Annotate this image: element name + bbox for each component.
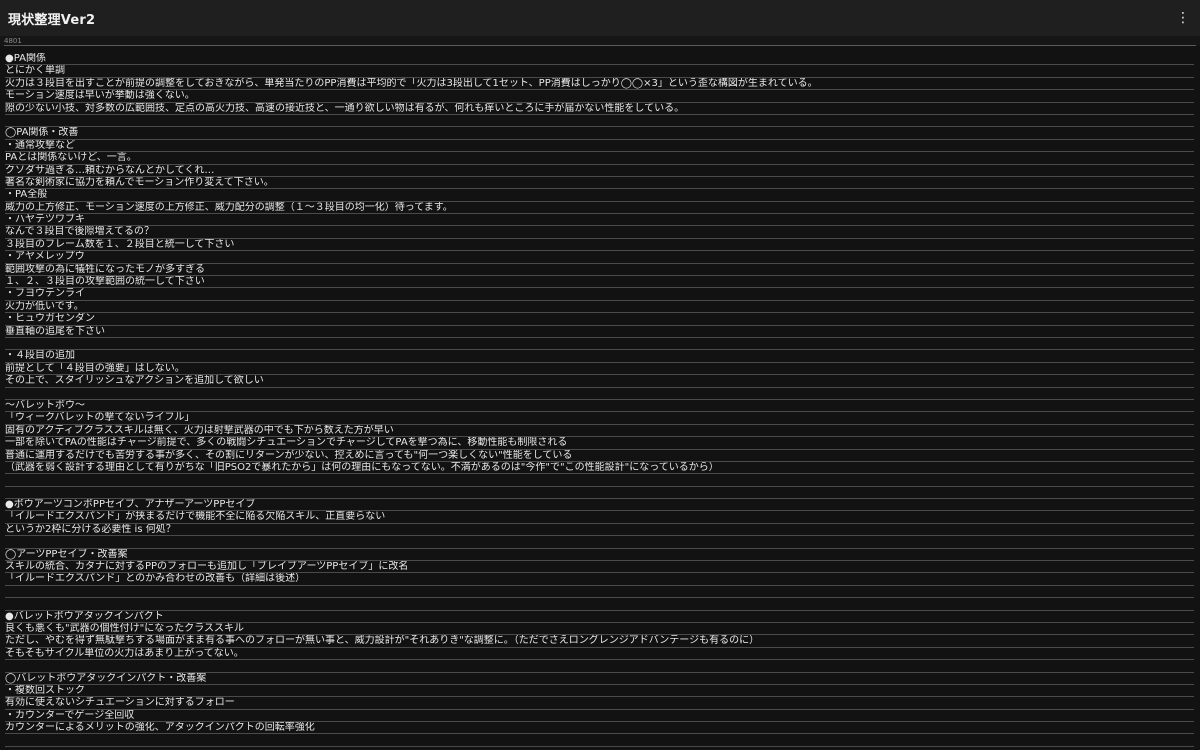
text-line[interactable]: ●バレットボウアタックインパクト [5, 611, 1194, 623]
text-line[interactable] [5, 115, 1194, 128]
divider [4, 45, 1196, 46]
text-line[interactable]: クソダサ過ぎる…頼むからなんとかしてくれ… [5, 165, 1194, 177]
text-line[interactable]: 隙の少ない小技、対多数の広範囲技、定点の高火力技、高速の接近技と、一通り欲しい物… [5, 103, 1194, 115]
text-line[interactable] [5, 586, 1194, 599]
text-line[interactable]: 火力は３段目を出すことが前提の調整をしておきながら、単発当たりのPP消費は平均的… [5, 78, 1194, 91]
text-line[interactable]: モーション速度は早いが挙動は強くない。 [5, 90, 1194, 103]
text-line[interactable]: ３段目のフレーム数を１、２段目と統一して下さい [5, 239, 1194, 252]
text-line[interactable]: ・カウンターでゲージ全回収 [5, 710, 1194, 723]
text-line[interactable] [5, 474, 1194, 487]
text-line[interactable]: ◯バレットボウアタックインパクト・改善案 [5, 673, 1194, 685]
text-line[interactable]: ◯アーツPPセイブ・改善案 [5, 549, 1194, 562]
text-line[interactable] [5, 598, 1194, 611]
text-line[interactable]: ●ボウアーツコンボPPセイブ、アナザーアーツPPセイブ [5, 499, 1194, 512]
text-line[interactable]: とにかく単調 [5, 65, 1194, 78]
text-line[interactable]: ・アヤメレップウ [5, 251, 1194, 264]
text-line[interactable]: その上で、スタイリッシュなアクションを追加して欲しい [5, 375, 1194, 388]
text-line[interactable] [5, 338, 1194, 351]
text-line[interactable] [5, 487, 1194, 500]
text-line[interactable] [5, 388, 1194, 400]
page-title: 現状整理Ver2 [8, 12, 96, 28]
text-line[interactable]: 「イルードエクスパンド」が挟まるだけで機能不全に陥る欠陥スキル、正直要らない [5, 511, 1194, 524]
text-line[interactable]: 「イルードエクスパンド」とのかみ合わせの改善も（詳細は後述） [5, 573, 1194, 586]
text-line[interactable]: 一部を除いてPAの性能はチャージ前提で、多くの戦闘シチュエーションでチャージして… [5, 437, 1194, 450]
text-line[interactable]: 「ウィークバレットの撃てないライフル」 [5, 412, 1194, 425]
text-line[interactable]: ・４段目の追加 [5, 350, 1194, 363]
text-line[interactable]: 垂直軸の追尾を下さい [5, 326, 1194, 338]
text-line[interactable]: 威力の上方修正、モーション速度の上方修正、威力配分の調整（１〜３段目の均一化）待… [5, 202, 1194, 215]
text-line[interactable]: スキルの統合、カタナに対するPPのフォローも追加し「ブレイブアーツPPセイブ」に… [5, 561, 1194, 574]
text-line[interactable]: ただし、やむを得ず無駄撃ちする場面がまま有る事へのフォローが無い事と、威力設計が… [5, 635, 1194, 648]
text-line[interactable]: そもそもサイクル単位の火力はあまり上がってない。 [5, 648, 1194, 661]
text-line[interactable]: というか2枠に分ける必要性 is 何処？ [5, 524, 1194, 537]
text-line[interactable]: 範囲攻撃の為に犠牲になったモノが多すぎる [5, 264, 1194, 277]
text-line[interactable]: カウンターによるメリットの強化、アタックインパクトの回転率強化 [5, 722, 1194, 735]
text-line[interactable]: 良くも悪くも"武器の個性付け"になったクラススキル [5, 623, 1194, 636]
text-line[interactable] [5, 536, 1194, 549]
more-vert-icon[interactable]: ⋮ [1176, 11, 1190, 25]
app-bar: 現状整理Ver2 ⋮ [0, 0, 1200, 36]
text-line[interactable]: ◯PA関係・改善 [5, 127, 1194, 140]
text-line[interactable]: 有効に使えないシチュエーションに対するフォロー [5, 697, 1194, 710]
text-line[interactable]: 〜バレットボウ〜 [5, 400, 1194, 413]
text-line[interactable]: ・ハヤテツワブキ [5, 214, 1194, 227]
text-line[interactable]: 火力が低いです。 [5, 301, 1194, 314]
text-line[interactable]: 普通に運用するだけでも苦労する事が多く、その割にリターンが少ない、控えめに言って… [5, 450, 1194, 462]
char-count-bar: 4801 [0, 36, 1200, 46]
text-line[interactable]: PAとは関係ないけど、一言。 [5, 152, 1194, 165]
text-line[interactable]: 前提として「４段目の強要」はしない。 [5, 363, 1194, 376]
text-line[interactable]: （武器を弱く設計する理由として有りがちな「旧PSO2で暴れたから」は何の理由にも… [5, 462, 1194, 475]
text-line[interactable] [5, 734, 1194, 747]
text-line[interactable]: なんで３段目で後隙増えてるの？ [5, 226, 1194, 239]
text-line[interactable] [5, 660, 1194, 673]
text-line[interactable]: ・通常攻撃など [5, 140, 1194, 153]
text-line[interactable]: ・複数回ストック [5, 685, 1194, 698]
text-line[interactable]: １、２、３段目の攻撃範囲の統一して下さい [5, 276, 1194, 289]
text-line[interactable]: ・フヨウテンライ [5, 288, 1194, 301]
text-editor[interactable]: ●PA関係 とにかく単調 火力は３段目を出すことが前提の調整をしておきながら、単発当… [0, 53, 1200, 750]
text-line[interactable]: 固有のアクティブクラススキルは無く、火力は射撃武器の中でも下から数えた方が早い [5, 425, 1194, 438]
text-line[interactable]: 著名な剣術家に協力を頼んでモーション作り変えて下さい。 [5, 177, 1194, 190]
text-line[interactable]: ・PA全般 [5, 189, 1194, 202]
text-line[interactable]: ●PA関係 [5, 53, 1194, 66]
text-line[interactable]: ・ヒュウガセンダン [5, 313, 1194, 326]
